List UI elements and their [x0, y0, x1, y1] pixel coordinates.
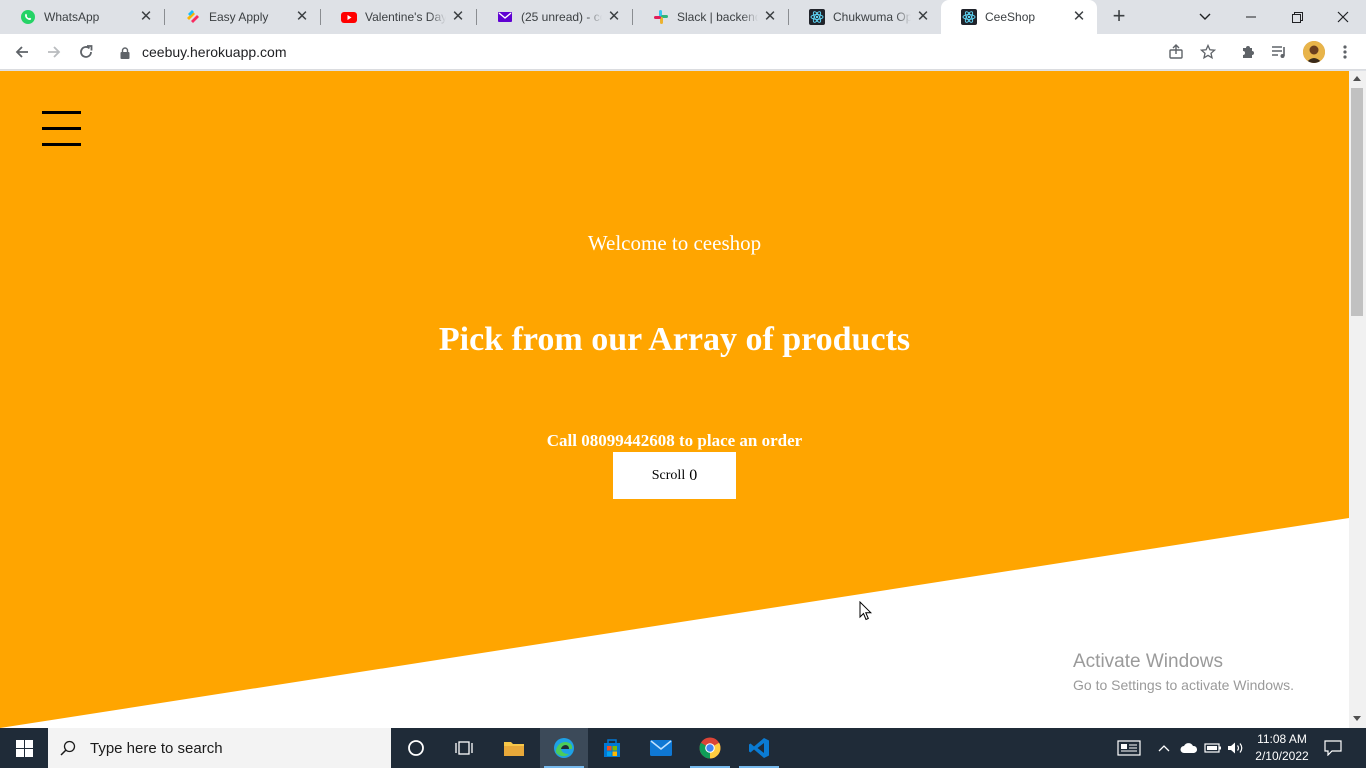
tab-whatsapp[interactable]: WhatsApp ✕ — [0, 0, 164, 34]
call-to-order-text: Call 08099442608 to place an order — [546, 431, 803, 450]
media-control-icon[interactable] — [1268, 41, 1290, 63]
tab-title: Chukwuma Opar — [833, 10, 911, 24]
youtube-icon — [341, 9, 357, 25]
welcome-text: Welcome to ceeshop — [587, 231, 762, 255]
mouse-cursor-icon — [859, 600, 873, 626]
share-icon[interactable] — [1165, 41, 1187, 63]
tab-title: CeeShop — [985, 10, 1036, 24]
close-icon[interactable]: ✕ — [762, 9, 778, 25]
onedrive-cloud-icon[interactable] — [1178, 728, 1200, 768]
tab-search-chevron-down-icon[interactable] — [1182, 0, 1228, 34]
vscode-icon[interactable] — [735, 728, 783, 768]
chevron-up-icon[interactable] — [1154, 728, 1174, 768]
tab-strip: WhatsApp ✕ Easy Apply ✕ Valentine's Day … — [0, 0, 1366, 34]
mail-icon — [497, 9, 513, 25]
scroll-button-label: Scroll — [651, 467, 686, 483]
search-placeholder: Type here to search — [90, 739, 223, 757]
taskbar-search-box[interactable]: Type here to search — [48, 728, 391, 768]
notifications-icon[interactable] — [1322, 728, 1344, 768]
mail-app-icon[interactable] — [637, 728, 685, 768]
battery-icon[interactable] — [1202, 728, 1224, 768]
slack-icon — [653, 9, 669, 25]
close-icon[interactable]: ✕ — [294, 9, 310, 25]
close-icon[interactable]: ✕ — [606, 9, 622, 25]
scroll-button[interactable]: Scroll 0 — [613, 452, 736, 499]
tab-title: Valentine's Day is — [365, 10, 446, 24]
scroll-down-arrow-icon[interactable] — [1353, 716, 1361, 721]
clock-date: 2/10/2022 — [1255, 749, 1309, 763]
tab-title: WhatsApp — [44, 10, 100, 24]
tab-slack[interactable]: Slack | backendd ✕ — [633, 0, 788, 34]
clock-time: 11:08 AM — [1257, 732, 1307, 746]
edge-browser-icon[interactable] — [540, 728, 588, 768]
page-viewport: Welcome to ceeshop Pick from our Array o… — [0, 71, 1349, 728]
tab-youtube[interactable]: Valentine's Day is ✕ — [321, 0, 476, 34]
scroll-up-arrow-icon[interactable] — [1353, 76, 1361, 81]
url-text: ceebuy.herokuapp.com — [142, 44, 287, 60]
watermark-title: Activate Windows — [1073, 651, 1223, 672]
kebab-menu-icon[interactable] — [1334, 41, 1356, 63]
system-clock[interactable]: 11:08 AM 2/10/2022 — [1248, 731, 1316, 765]
file-explorer-icon[interactable] — [490, 728, 538, 768]
watermark-subtitle: Go to Settings to activate Windows. — [1073, 677, 1294, 693]
address-bar[interactable]: ceebuy.herokuapp.com — [108, 38, 1228, 66]
lock-icon — [120, 46, 130, 59]
easy-apply-icon — [185, 9, 201, 25]
reload-icon[interactable] — [72, 38, 100, 66]
extensions-puzzle-icon[interactable] — [1237, 41, 1259, 63]
back-arrow-icon[interactable] — [8, 38, 36, 66]
close-icon[interactable]: ✕ — [1071, 9, 1087, 25]
tab-easy-apply[interactable]: Easy Apply ✕ — [165, 0, 320, 34]
whatsapp-icon — [20, 9, 36, 25]
windows-taskbar: Type here to search 11:08 AM 2/10/2022 — [0, 728, 1366, 768]
close-icon[interactable]: ✕ — [450, 9, 466, 25]
minimize-icon[interactable] — [1228, 0, 1274, 34]
microsoft-store-icon[interactable] — [588, 728, 636, 768]
close-icon[interactable]: ✕ — [915, 9, 931, 25]
close-window-icon[interactable] — [1320, 0, 1366, 34]
react-icon — [961, 9, 977, 25]
profile-avatar[interactable] — [1303, 41, 1325, 63]
hamburger-menu-icon[interactable] — [42, 111, 82, 147]
forward-arrow-icon[interactable] — [40, 38, 68, 66]
new-tab-button[interactable]: + — [1108, 5, 1130, 28]
hero-banner — [0, 71, 1349, 728]
tab-title: Slack | backendd — [677, 10, 758, 24]
browser-toolbar: ceebuy.herokuapp.com — [0, 34, 1366, 70]
scrollbar-thumb[interactable] — [1351, 88, 1363, 316]
tab-mail[interactable]: (25 unread) - cop ✕ — [477, 0, 632, 34]
news-widget-icon[interactable] — [1114, 728, 1144, 768]
scroll-glyph: 0 — [689, 466, 698, 484]
chrome-icon[interactable] — [686, 728, 734, 768]
restore-icon[interactable] — [1274, 0, 1320, 34]
tab-title: Easy Apply — [209, 10, 269, 24]
react-icon — [809, 9, 825, 25]
search-icon — [60, 740, 76, 756]
volume-icon[interactable] — [1225, 728, 1247, 768]
page-scrollbar[interactable] — [1349, 71, 1366, 728]
tab-title: (25 unread) - cop — [521, 10, 602, 24]
activate-windows-watermark: Activate Windows Go to Settings to activ… — [1073, 651, 1294, 693]
cortana-icon[interactable] — [392, 728, 440, 768]
task-view-icon[interactable] — [440, 728, 488, 768]
tab-chukwuma[interactable]: Chukwuma Opar ✕ — [789, 0, 941, 34]
start-windows-icon[interactable] — [0, 728, 48, 768]
close-icon[interactable]: ✕ — [138, 9, 154, 25]
page-headline: Pick from our Array of products — [438, 321, 911, 358]
tab-ceeshop[interactable]: CeeShop ✕ — [941, 0, 1097, 34]
bookmark-star-icon[interactable] — [1197, 41, 1219, 63]
